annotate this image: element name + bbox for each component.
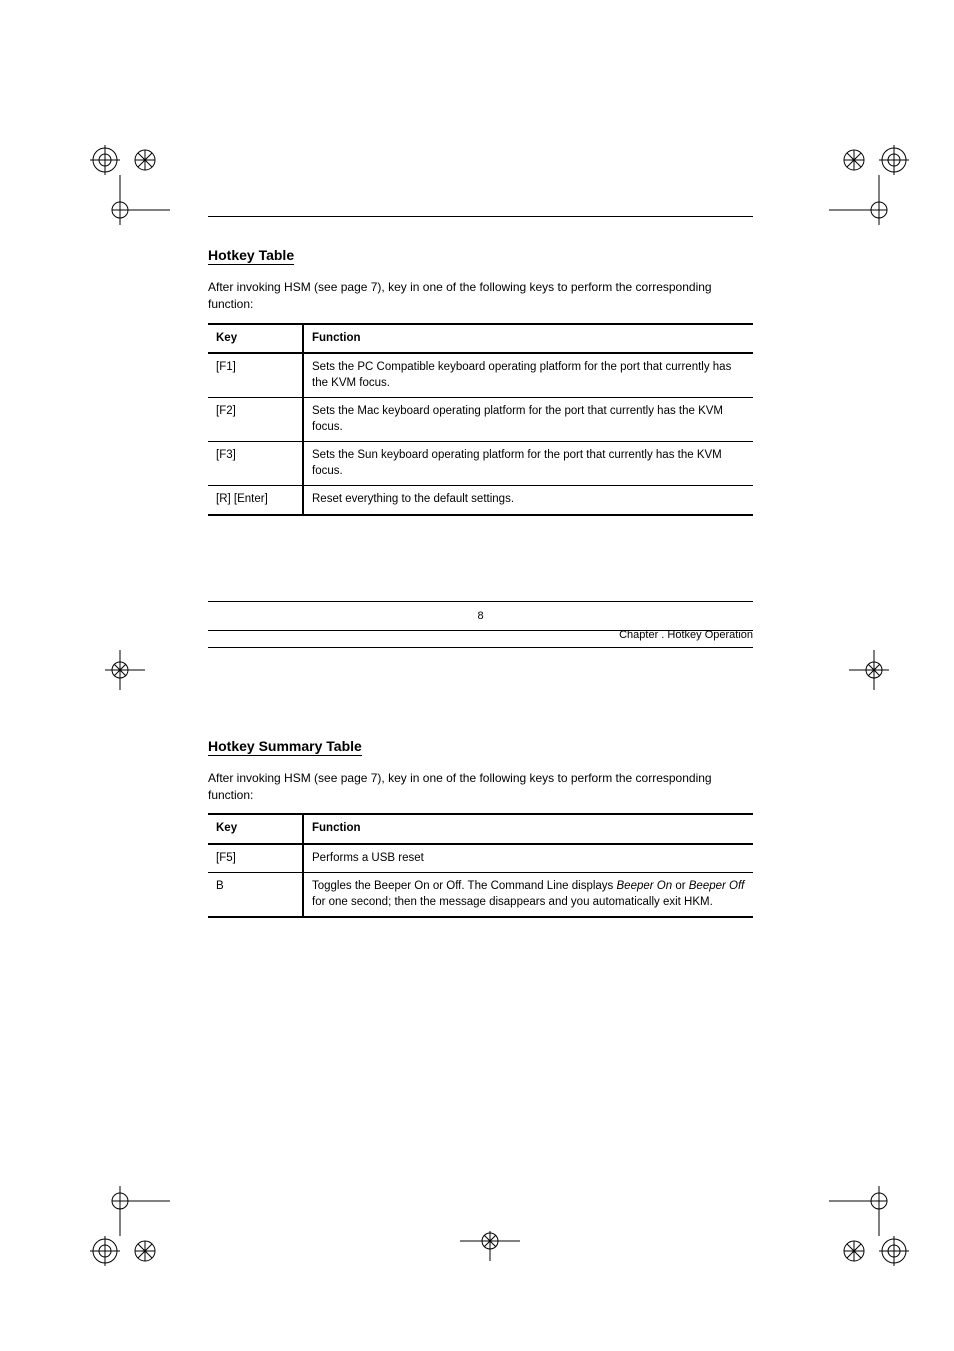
table-row: [R] [Enter] Reset everything to the defa…: [208, 486, 753, 515]
cropmark-top-right: [829, 145, 909, 225]
fn-italic: Beeper On: [617, 880, 673, 892]
cell-fn: Sets the Mac keyboard operating platform…: [303, 398, 753, 442]
section1-title: Hotkey Table: [208, 247, 294, 265]
section2-table: Key Function [F5] Performs a USB reset B…: [208, 813, 753, 918]
footer-rule: [208, 601, 753, 602]
table-row: [F1] Sets the PC Compatible keyboard ope…: [208, 353, 753, 398]
cell-key: [F3]: [208, 442, 303, 486]
col-key: Key: [208, 814, 303, 844]
cropmark-mid-right: [849, 650, 899, 690]
header-rule: [208, 216, 753, 217]
cropmark-bottom-left: [90, 1186, 170, 1266]
cropmark-top-left: [90, 145, 170, 225]
cell-key: B: [208, 873, 303, 918]
cropmark-bottom-right: [829, 1186, 909, 1266]
cell-fn: Sets the PC Compatible keyboard operatin…: [303, 353, 753, 398]
section2-intro: After invoking HSM (see page 7), key in …: [208, 770, 753, 804]
table-header-row: Key Function: [208, 814, 753, 844]
page-number: 8: [208, 610, 753, 622]
table-header-row: Key Function: [208, 324, 753, 354]
cropmark-bottom-center: [460, 1221, 520, 1261]
fn-text: for one second; then the message disappe…: [312, 896, 713, 908]
table-row: [F3] Sets the Sun keyboard operating pla…: [208, 442, 753, 486]
header-rule-3: [208, 647, 753, 648]
cropmark-mid-left: [95, 650, 145, 690]
section2-title: Hotkey Summary Table: [208, 738, 362, 756]
page-content: Hotkey Table After invoking HSM (see pag…: [208, 216, 753, 918]
cell-fn: Reset everything to the default settings…: [303, 486, 753, 515]
section1-intro: After invoking HSM (see page 7), key in …: [208, 279, 753, 313]
cell-key: [F2]: [208, 398, 303, 442]
col-function: Function: [303, 814, 753, 844]
cell-fn: Sets the Sun keyboard operating platform…: [303, 442, 753, 486]
fn-italic: Beeper Off: [689, 880, 745, 892]
cell-key: [F5]: [208, 844, 303, 873]
table-row: [F2] Sets the Mac keyboard operating pla…: [208, 398, 753, 442]
page-break: 8 Chapter . Hotkey Operation: [208, 601, 753, 648]
col-function: Function: [303, 324, 753, 354]
table-row: B Toggles the Beeper On or Off. The Comm…: [208, 873, 753, 918]
cell-fn: Toggles the Beeper On or Off. The Comman…: [303, 873, 753, 918]
fn-text: Toggles the Beeper On or Off. The Comman…: [312, 880, 617, 892]
running-head: Chapter . Hotkey Operation: [208, 629, 753, 641]
cell-key: [R] [Enter]: [208, 486, 303, 515]
fn-text: or: [672, 880, 689, 892]
table-row: [F5] Performs a USB reset: [208, 844, 753, 873]
section1-table: Key Function [F1] Sets the PC Compatible…: [208, 323, 753, 516]
cell-key: [F1]: [208, 353, 303, 398]
col-key: Key: [208, 324, 303, 354]
cell-fn: Performs a USB reset: [303, 844, 753, 873]
